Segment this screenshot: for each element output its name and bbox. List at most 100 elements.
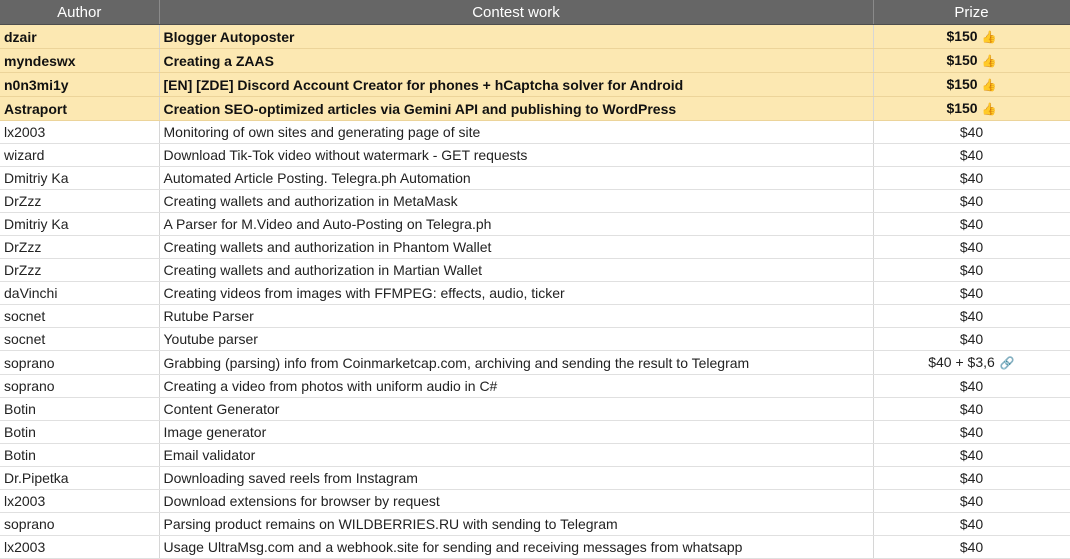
- header-prize[interactable]: Prize: [873, 0, 1070, 25]
- author-cell[interactable]: socnet: [0, 327, 160, 351]
- work-cell[interactable]: Creating wallets and authorization in Me…: [159, 189, 874, 213]
- prize-cell[interactable]: $40: [873, 374, 1070, 398]
- author-cell[interactable]: socnet: [0, 304, 160, 328]
- author-cell[interactable]: soprano: [0, 374, 160, 398]
- prize-cell[interactable]: $40: [873, 443, 1070, 467]
- prize-cell[interactable]: $40: [873, 258, 1070, 282]
- work-cell[interactable]: Content Generator: [159, 397, 874, 421]
- author-cell[interactable]: Botin: [0, 397, 160, 421]
- author-cell[interactable]: myndeswx: [0, 48, 160, 73]
- work-cell[interactable]: Monitoring of own sites and generating p…: [159, 120, 874, 144]
- prize-cell[interactable]: $40: [873, 120, 1070, 144]
- prize-value: $40: [959, 378, 984, 394]
- prize-value: $40 + $3,6: [928, 354, 995, 370]
- prize-value: $150: [946, 52, 978, 68]
- prize-cell[interactable]: $40: [873, 397, 1070, 421]
- author-cell[interactable]: Botin: [0, 443, 160, 467]
- author-cell[interactable]: lx2003: [0, 120, 160, 144]
- prize-cell[interactable]: $150 👍: [873, 48, 1070, 73]
- prize-value: $40: [959, 539, 984, 555]
- prize-cell[interactable]: $40: [873, 512, 1070, 536]
- prize-cell[interactable]: $40 + $3,6 🔗: [873, 350, 1070, 375]
- table-row: soprano Creating a video from photos with…: [0, 374, 1070, 398]
- prize-cell[interactable]: $40: [873, 304, 1070, 328]
- prize-cell[interactable]: $150 👍: [873, 72, 1070, 97]
- work-cell[interactable]: Image generator: [159, 420, 874, 444]
- prize-value: $40: [959, 285, 984, 301]
- author-cell[interactable]: soprano: [0, 512, 160, 536]
- work-cell[interactable]: Automated Article Posting. Telegra.ph Au…: [159, 166, 874, 190]
- thumbs-up-icon: 👍: [981, 102, 997, 116]
- author-cell[interactable]: DrZzz: [0, 189, 160, 213]
- work-cell[interactable]: Email validator: [159, 443, 874, 467]
- prize-cell[interactable]: $150 👍: [873, 24, 1070, 49]
- prize-cell[interactable]: $40: [873, 212, 1070, 236]
- prize-value: $40: [959, 308, 984, 324]
- prize-cell[interactable]: $40: [873, 235, 1070, 259]
- prize-cell[interactable]: $40: [873, 166, 1070, 190]
- work-cell[interactable]: Rutube Parser: [159, 304, 874, 328]
- work-cell[interactable]: Blogger Autoposter: [159, 24, 874, 49]
- work-cell[interactable]: Creating videos from images with FFMPEG:…: [159, 281, 874, 305]
- table-row: dzair Blogger Autoposter $150 👍: [0, 24, 1070, 49]
- author-cell[interactable]: dzair: [0, 24, 160, 49]
- author-cell[interactable]: soprano: [0, 350, 160, 375]
- header-author[interactable]: Author: [0, 0, 160, 25]
- author-cell[interactable]: Dmitriy Ka: [0, 166, 160, 190]
- work-cell[interactable]: Youtube parser: [159, 327, 874, 351]
- work-cell[interactable]: Creating wallets and authorization in Ma…: [159, 258, 874, 282]
- work-cell[interactable]: Downloading saved reels from Instagram: [159, 466, 874, 490]
- table-row: Botin Image generator $40: [0, 420, 1070, 444]
- author-cell[interactable]: DrZzz: [0, 258, 160, 282]
- work-cell[interactable]: A Parser for M.Video and Auto-Posting on…: [159, 212, 874, 236]
- table-row: Dmitriy Ka A Parser for M.Video and Auto-…: [0, 212, 1070, 236]
- prize-cell[interactable]: $40: [873, 420, 1070, 444]
- work-cell[interactable]: Download Tik-Tok video without watermark…: [159, 143, 874, 167]
- author-cell[interactable]: Dr.Pipetka: [0, 466, 160, 490]
- author-cell[interactable]: daVinchi: [0, 281, 160, 305]
- prize-cell[interactable]: $40: [873, 281, 1070, 305]
- table-row: wizard Download Tik-Tok video without wat…: [0, 143, 1070, 167]
- prize-cell[interactable]: $40: [873, 327, 1070, 351]
- work-cell[interactable]: Usage UltraMsg.com and a webhook.site fo…: [159, 535, 874, 559]
- prize-cell[interactable]: $40: [873, 189, 1070, 213]
- table-row: DrZzz Creating wallets and authorization …: [0, 235, 1070, 259]
- prize-cell[interactable]: $40: [873, 466, 1070, 490]
- work-cell[interactable]: [EN] [ZDE] Discord Account Creator for p…: [159, 72, 874, 97]
- prize-cell[interactable]: $40: [873, 143, 1070, 167]
- prize-cell[interactable]: $40: [873, 535, 1070, 559]
- author-cell[interactable]: Astraport: [0, 96, 160, 121]
- work-cell[interactable]: Creating a ZAAS: [159, 48, 874, 73]
- author-cell[interactable]: lx2003: [0, 489, 160, 513]
- work-cell[interactable]: Grabbing (parsing) info from Coinmarketc…: [159, 350, 874, 375]
- prize-cell[interactable]: $40: [873, 489, 1070, 513]
- author-cell[interactable]: DrZzz: [0, 235, 160, 259]
- contest-table: Author Contest work Prize dzair Blogger A…: [0, 0, 1070, 559]
- author-cell[interactable]: n0n3mi1y: [0, 72, 160, 97]
- table-row: lx2003 Monitoring of own sites and genera…: [0, 120, 1070, 144]
- prize-value: $40: [959, 447, 984, 463]
- header-work[interactable]: Contest work: [159, 0, 874, 25]
- table-row: Astraport Creation SEO-optimized articles…: [0, 96, 1070, 121]
- prize-cell[interactable]: $150 👍: [873, 96, 1070, 121]
- thumbs-up-icon: 👍: [981, 78, 997, 92]
- link-icon[interactable]: 🔗: [1000, 352, 1015, 374]
- prize-value: $40: [959, 401, 984, 417]
- table-row: socnet Youtube parser $40: [0, 327, 1070, 351]
- work-cell[interactable]: Creation SEO-optimized articles via Gemi…: [159, 96, 874, 121]
- work-cell[interactable]: Creating a video from photos with unifor…: [159, 374, 874, 398]
- author-cell[interactable]: Dmitriy Ka: [0, 212, 160, 236]
- table-row: socnet Rutube Parser $40: [0, 304, 1070, 328]
- table-row: DrZzz Creating wallets and authorization …: [0, 189, 1070, 213]
- author-cell[interactable]: Botin: [0, 420, 160, 444]
- thumbs-up-icon: 👍: [981, 30, 997, 44]
- work-cell[interactable]: Creating wallets and authorization in Ph…: [159, 235, 874, 259]
- prize-value: $40: [959, 424, 984, 440]
- table-row: Dr.Pipetka Downloading saved reels from I…: [0, 466, 1070, 490]
- author-cell[interactable]: wizard: [0, 143, 160, 167]
- prize-value: $40: [959, 331, 984, 347]
- author-cell[interactable]: lx2003: [0, 535, 160, 559]
- work-cell[interactable]: Parsing product remains on WILDBERRIES.R…: [159, 512, 874, 536]
- work-cell[interactable]: Download extensions for browser by reque…: [159, 489, 874, 513]
- prize-value: $40: [959, 193, 984, 209]
